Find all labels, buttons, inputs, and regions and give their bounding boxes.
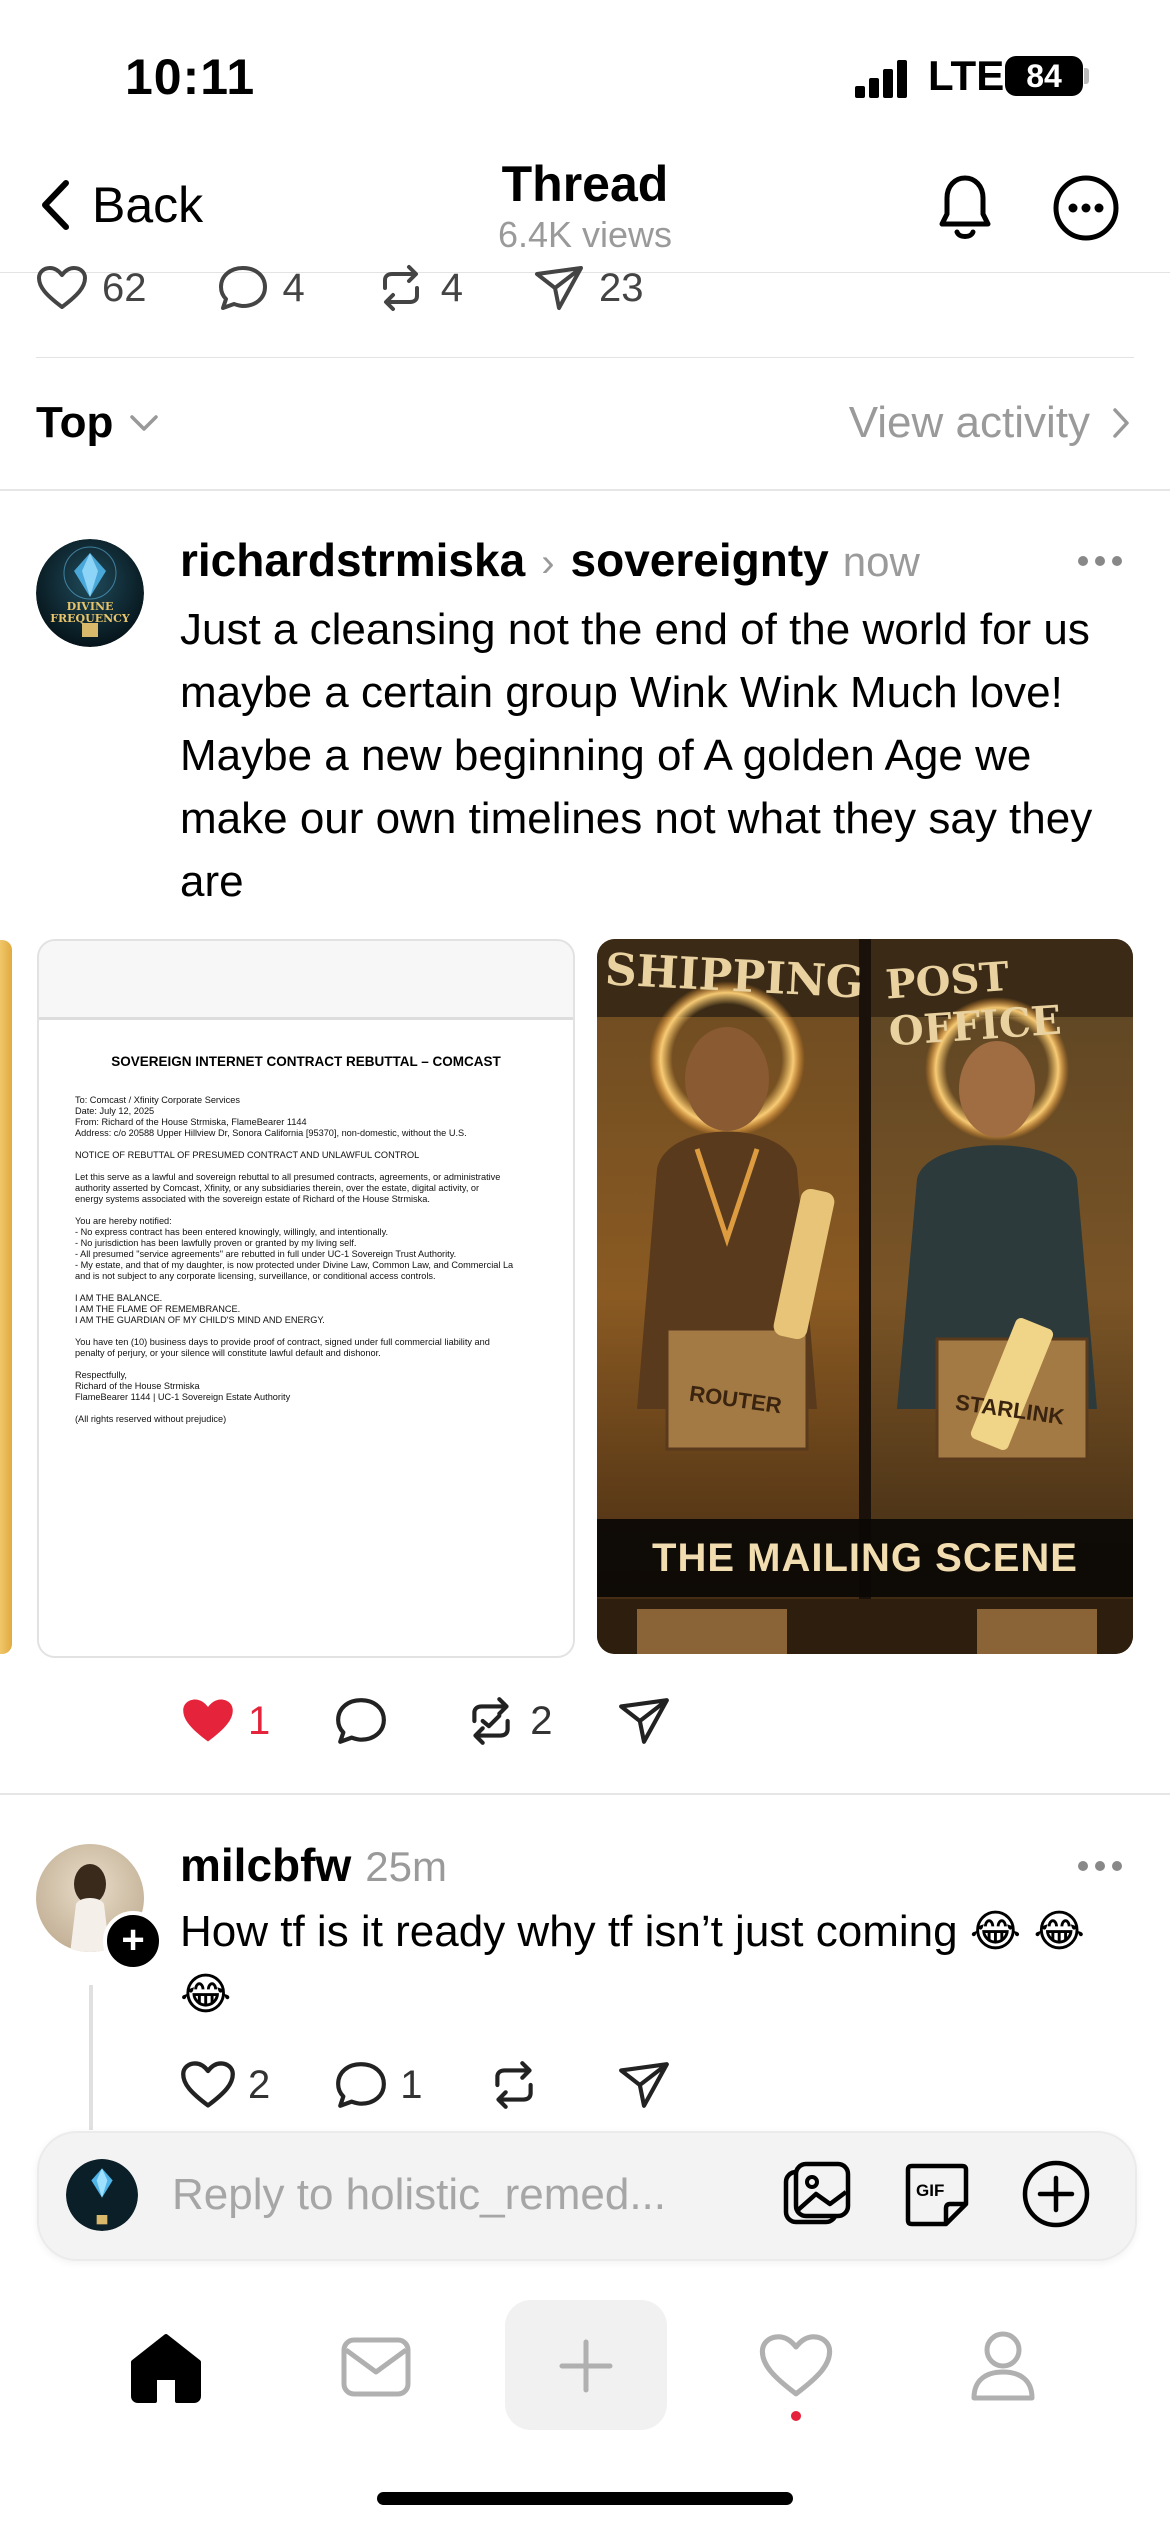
bell-icon[interactable]	[930, 170, 1000, 244]
reply-text: How tf is it ready why tf isn’t just com…	[180, 1907, 1085, 2019]
share-button[interactable]	[617, 1696, 683, 1746]
more-options-icon[interactable]	[1052, 174, 1120, 242]
reply-like-count: 2	[248, 2062, 271, 2107]
heart-filled-icon	[183, 1699, 233, 1742]
sort-dropdown[interactable]: Top	[36, 398, 159, 448]
home-indicator	[377, 2492, 793, 2505]
document-page: SOVEREIGN INTERNET CONTRACT REBUTTAL – C…	[39, 1017, 573, 1656]
post-username[interactable]: richardstrmiska	[180, 533, 525, 587]
repost-button[interactable]: 2	[464, 1696, 553, 1746]
reply-comment-count: 1	[400, 2062, 423, 2107]
reply-time: 25m	[365, 1843, 447, 1890]
composer-avatar	[66, 2159, 138, 2231]
repost-icon	[382, 265, 419, 311]
post-text: Just a cleansing not the end of the worl…	[180, 605, 1093, 906]
battery-tip	[1084, 68, 1089, 84]
previous-image-edge[interactable]	[0, 940, 12, 1654]
stat-likes-count: 62	[102, 265, 147, 310]
heart-icon	[37, 266, 87, 309]
post-time: now	[842, 538, 920, 585]
scene-sign-right: POST OFFICE	[884, 953, 1063, 1056]
repost-check-icon	[472, 1697, 510, 1745]
post-topic[interactable]: sovereignty	[571, 533, 829, 587]
stat-reposts-count: 4	[440, 265, 463, 310]
reply-more-icon[interactable]	[1078, 1861, 1129, 1871]
add-icon[interactable]	[1020, 2158, 1092, 2230]
follow-plus-button[interactable]: +	[103, 1911, 163, 1971]
view-activity-link[interactable]: View activity	[849, 398, 1130, 448]
stat-reposts[interactable]: 4	[375, 264, 463, 312]
comment-icon	[336, 2062, 387, 2108]
send-icon	[618, 2062, 669, 2108]
document-body: To: Comcast / Xfinity Corporate Services…	[75, 1095, 514, 1424]
battery-icon: 84	[1005, 56, 1083, 96]
original-post-stats: 62 4 4 23	[36, 264, 714, 312]
svg-text:GIF: GIF	[916, 2181, 944, 2200]
stat-comments[interactable]: 4	[217, 264, 305, 312]
comment-icon	[336, 1698, 387, 1744]
post-image-document[interactable]: SOVEREIGN INTERNET CONTRACT REBUTTAL – C…	[37, 939, 575, 1658]
document-title: SOVEREIGN INTERNET CONTRACT REBUTTAL – C…	[111, 1054, 501, 1069]
reply-actions: 2 1	[180, 2060, 747, 2110]
reply-comment-button[interactable]: 1	[334, 2060, 423, 2110]
chevron-down-icon	[130, 415, 159, 431]
post-more-icon[interactable]	[1078, 556, 1129, 566]
scene-caption: THE MAILING SCENE	[597, 1519, 1133, 1597]
tab-inbox-icon[interactable]	[340, 2334, 412, 2400]
post-header: richardstrmiska › sovereignty now	[180, 533, 920, 587]
send-icon	[535, 266, 583, 310]
heart-icon	[181, 2061, 235, 2108]
thread-line	[89, 1985, 93, 2130]
post-avatar[interactable]: DIVINE FREQUENCY	[36, 539, 144, 647]
tab-profile-icon[interactable]	[968, 2328, 1038, 2404]
reply-input[interactable]: Reply to holistic_remed...	[172, 2170, 666, 2220]
like-button[interactable]: 1	[180, 1696, 270, 1746]
avatar-text: DIVINE FREQUENCY	[50, 600, 130, 625]
comment-icon	[218, 266, 267, 310]
reply-username[interactable]: milcbfw	[180, 1838, 351, 1892]
comment-button[interactable]	[334, 1696, 400, 1746]
repost-icon	[494, 2061, 533, 2109]
stat-comments-count: 4	[282, 265, 305, 310]
stat-shares-count: 23	[599, 265, 644, 310]
tab-activity-icon[interactable]	[758, 2332, 834, 2400]
reply-header: milcbfw 25m	[180, 1838, 447, 1892]
network-label: LTE	[928, 52, 1005, 99]
stat-likes[interactable]: 62	[36, 265, 147, 311]
image-picker-icon[interactable]	[782, 2160, 852, 2230]
reply-repost-button[interactable]	[487, 2060, 553, 2110]
status-time: 10:11	[125, 49, 256, 105]
chevron-right-icon	[1113, 408, 1129, 438]
divider	[0, 1793, 1170, 1795]
repost-count: 2	[530, 1698, 553, 1743]
divider	[0, 489, 1170, 491]
stat-shares[interactable]: 23	[533, 264, 644, 312]
post-image-mailing-scene[interactable]: SHIPPING POST OFFICE ROUTER STARLINK THE…	[597, 939, 1133, 1654]
like-count: 1	[248, 1698, 271, 1743]
reply-share-button[interactable]	[617, 2060, 683, 2110]
chevron-right-icon: ›	[541, 541, 555, 585]
plus-icon	[559, 2339, 613, 2393]
post-actions: 1 2	[180, 1696, 747, 1746]
gif-icon[interactable]: GIF	[902, 2160, 972, 2230]
tab-home-icon[interactable]	[127, 2332, 205, 2404]
view-activity-label: View activity	[848, 398, 1090, 447]
reply-like-button[interactable]: 2	[180, 2060, 270, 2110]
send-icon	[618, 1698, 669, 1744]
activity-notification-dot	[791, 2411, 801, 2421]
sort-label: Top	[36, 398, 114, 447]
divider	[36, 357, 1134, 358]
signal-icon	[855, 58, 915, 98]
